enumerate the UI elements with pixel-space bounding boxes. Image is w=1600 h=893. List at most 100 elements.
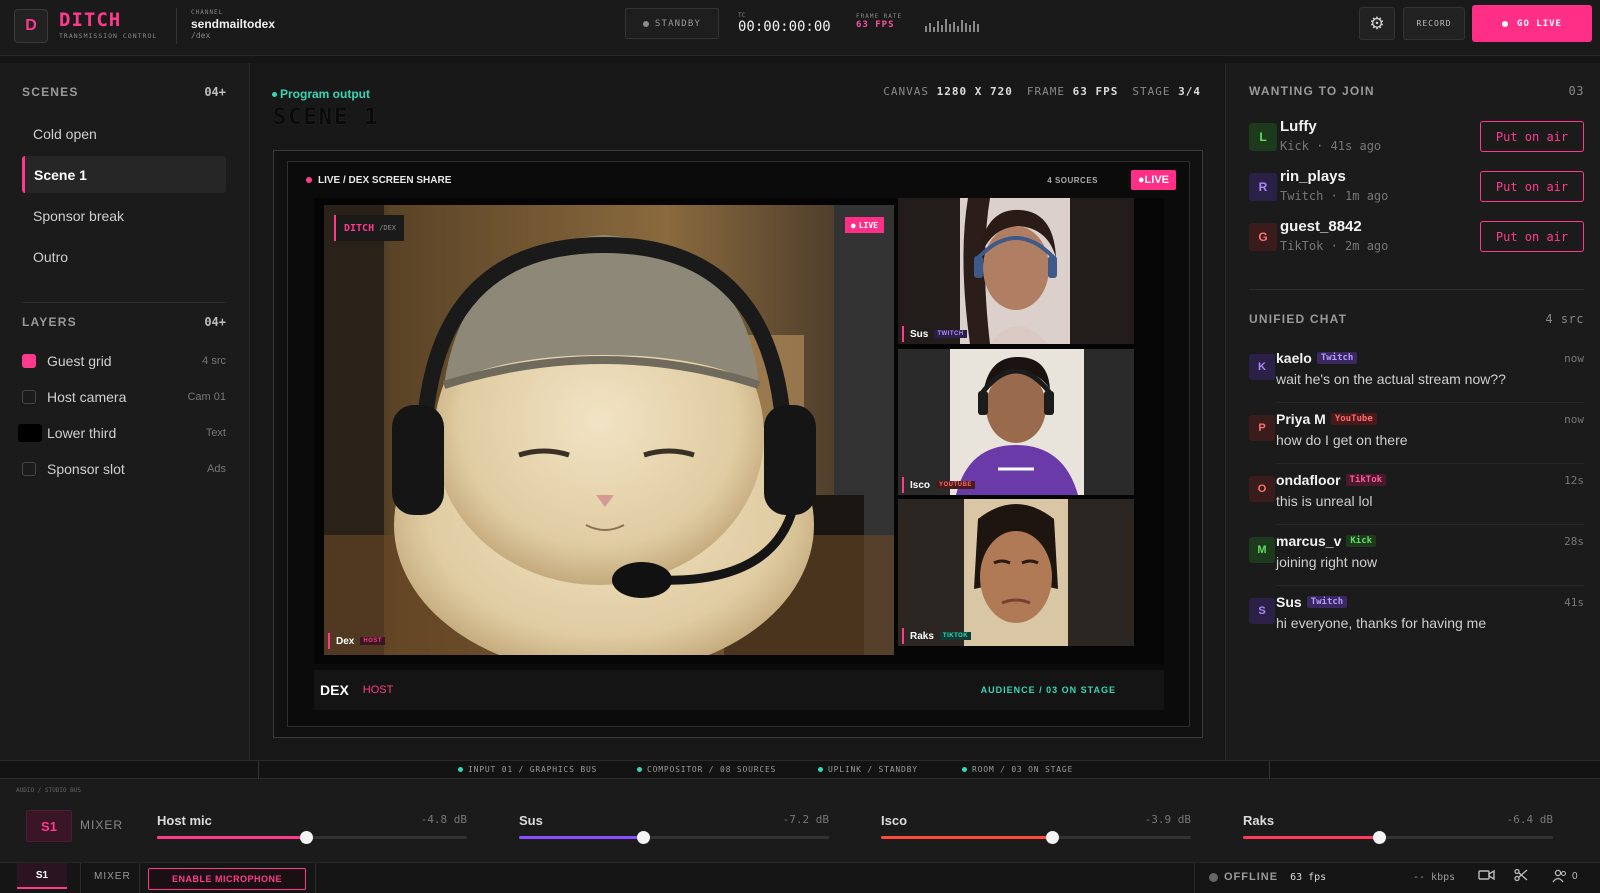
volume-slider-handle[interactable] xyxy=(1045,831,1059,844)
volume-fill xyxy=(881,836,1052,839)
layer-checkbox[interactable] xyxy=(22,354,36,368)
mixer-channel-raks: Raks -6.4 dB xyxy=(1243,813,1553,844)
bitrate: -- kbps xyxy=(1413,872,1456,883)
gear-icon: ⚙ xyxy=(1369,13,1385,33)
chat-message: K kaelo Twitch now wait he's on the actua… xyxy=(1249,342,1584,403)
layer-checkbox[interactable] xyxy=(22,462,36,476)
chat-text: hi everyone, thanks for having me xyxy=(1276,615,1487,631)
channel-label: CHANNEL xyxy=(191,9,224,16)
program-panel: Program output SCENE 1 CANVAS 1280 X 720… xyxy=(251,63,1224,760)
guest-tile-raks[interactable]: Raks TIKTOK xyxy=(898,499,1134,646)
status-room: ROOM / 03 ON STAGE xyxy=(962,765,1073,774)
volume-slider-handle[interactable] xyxy=(1373,831,1387,844)
put-on-air-button[interactable]: Put on air xyxy=(1480,121,1584,152)
status-dot-icon xyxy=(458,767,463,772)
chat-header: UNIFIED CHAT 4 src xyxy=(1249,312,1584,326)
platform-badge: Twitch xyxy=(1306,596,1348,608)
status-uplink: UPLINK / STANDBY xyxy=(818,765,918,774)
status-strip: INPUT 01 / GRAPHICS BUS COMPOSITOR / 08 … xyxy=(0,760,1600,780)
canvas-stats: CANVAS 1280 X 720 FRAME 63 FPS STAGE 3/4 xyxy=(883,85,1201,98)
bottom-mixer-tab[interactable]: MIXER xyxy=(94,871,131,882)
volume-slider-handle[interactable] xyxy=(637,831,650,844)
timecode-value: 00:00:00:00 xyxy=(738,19,831,35)
enable-microphone-button[interactable]: ENABLE MICROPHONE xyxy=(148,868,306,890)
chat-message: O ondafloor TikTok 12s this is unreal lol xyxy=(1249,464,1584,525)
avatar: M xyxy=(1249,537,1275,563)
put-on-air-button[interactable]: Put on air xyxy=(1480,221,1584,252)
volume-slider-handle[interactable] xyxy=(299,831,313,844)
bottom-s1-tab[interactable]: S1 xyxy=(17,863,67,889)
layer-item-host-camera[interactable]: Host camera Cam 01 xyxy=(22,385,226,409)
status-compositor: COMPOSITOR / 08 SOURCES xyxy=(637,765,776,774)
chat-time: now xyxy=(1564,413,1584,426)
program-output-label: Program output xyxy=(272,87,370,101)
status-dot-icon xyxy=(637,767,642,772)
scene-item-sponsor-break[interactable]: Sponsor break xyxy=(22,197,226,234)
add-layer-button[interactable]: + xyxy=(219,315,226,329)
join-request-guest-8842: G guest_8842 TikTok · 2m ago Put on air xyxy=(1249,217,1584,257)
scene-item-scene-1[interactable]: Scene 1 xyxy=(22,156,226,193)
audio-mixer: AUDIO / STUDIO BUS S1 MIXER Host mic -4.… xyxy=(0,779,1600,862)
host-video-feed[interactable]: DITCH /DEX ● LIVE Dex HOST xyxy=(324,205,894,655)
avatar: O xyxy=(1249,476,1275,502)
canvas-frame: LIVE / DEX SCREEN SHARE 4 SOURCES ●LIVE xyxy=(273,150,1203,738)
output-fps: 63 fps xyxy=(1290,871,1327,883)
timecode: TC 00:00:00:00 xyxy=(738,12,831,35)
scissors-icon[interactable] xyxy=(1514,868,1528,885)
camera-icon[interactable] xyxy=(1478,868,1495,885)
scene-item-cold-open[interactable]: Cold open xyxy=(22,115,226,152)
canvas-size: 1280 X 720 xyxy=(936,85,1013,98)
brand-subtitle: TRANSMISSION CONTROL xyxy=(59,32,158,40)
feed-live-badge: ● LIVE xyxy=(844,217,884,233)
frame-rate: FRAME RATE 63 FPS xyxy=(856,13,903,30)
avatar: K xyxy=(1249,354,1275,380)
scenes-header: SCENES 04+ xyxy=(22,85,226,99)
settings-button[interactable]: ⚙ xyxy=(1359,7,1395,40)
volume-fill xyxy=(157,836,306,839)
layer-checkbox[interactable] xyxy=(18,424,42,442)
guest-video-image xyxy=(898,198,1134,344)
left-sidebar: SCENES 04+ Cold open Scene 1 Sponsor bre… xyxy=(0,63,250,760)
layer-item-guest-grid[interactable]: Guest grid 4 src xyxy=(22,349,226,373)
platform-badge: Kick xyxy=(1346,535,1377,547)
connection-status: OFFLINE 63 fps xyxy=(1209,871,1326,883)
go-live-button[interactable]: GO LIVE xyxy=(1472,5,1592,42)
audience-label: AUDIENCE / 03 ON STAGE xyxy=(980,685,1116,695)
users-icon xyxy=(1552,869,1567,883)
volume-fill xyxy=(1243,836,1380,839)
chat-text: how do I get on there xyxy=(1276,432,1408,448)
app-logo-icon[interactable]: D xyxy=(14,9,48,43)
chat-username: kaelo xyxy=(1276,350,1312,366)
avatar: R xyxy=(1249,173,1277,201)
frame-value: 63 FPS xyxy=(1072,85,1119,98)
guest-tile-sus[interactable]: Sus TWITCH xyxy=(898,198,1134,344)
channel-path: /dex xyxy=(191,31,211,40)
top-bar: D DITCH TRANSMISSION CONTROL CHANNEL sen… xyxy=(0,0,1600,56)
chat-message: M marcus_v Kick 28s joining right now xyxy=(1249,525,1584,586)
scene-title: SCENE 1 xyxy=(273,105,380,130)
status-dot-icon xyxy=(1209,872,1218,882)
layer-item-lower-third[interactable]: Lower third Text xyxy=(18,421,226,445)
guest-tile-isco[interactable]: Isco YOUTUBE xyxy=(898,349,1134,495)
scene-item-outro[interactable]: Outro xyxy=(22,238,226,275)
live-badge: ● LIVE xyxy=(1130,170,1176,190)
avatar: P xyxy=(1249,415,1275,441)
mixer-bus-label: AUDIO / STUDIO BUS xyxy=(16,787,82,794)
divider xyxy=(1249,289,1584,290)
live-dot-icon xyxy=(1502,20,1509,27)
platform-badge: TikTok xyxy=(1345,474,1387,486)
program-preview[interactable]: LIVE / DEX SCREEN SHARE 4 SOURCES ●LIVE xyxy=(287,161,1190,727)
layer-item-sponsor-slot[interactable]: Sponsor slot Ads xyxy=(22,457,226,481)
stage-area: DITCH /DEX ● LIVE Dex HOST Sus TWITCH Is… xyxy=(314,198,1164,664)
chat-sources: 4 src xyxy=(1545,312,1584,326)
chat-username: Sus xyxy=(1276,594,1302,610)
lower-third: DEX HOST AUDIENCE / 03 ON STAGE xyxy=(314,670,1164,710)
add-scene-button[interactable]: + xyxy=(219,85,226,99)
chat-message: S Sus Twitch 41s hi everyone, thanks for … xyxy=(1249,586,1584,647)
layer-checkbox[interactable] xyxy=(22,390,36,404)
status-dot-icon xyxy=(272,91,277,97)
put-on-air-button[interactable]: Put on air xyxy=(1480,171,1584,202)
mixer-s1-tab[interactable]: S1 xyxy=(26,810,72,842)
join-queue-header: WANTING TO JOIN 03 xyxy=(1249,84,1584,98)
record-button[interactable]: RECORD xyxy=(1403,7,1465,40)
